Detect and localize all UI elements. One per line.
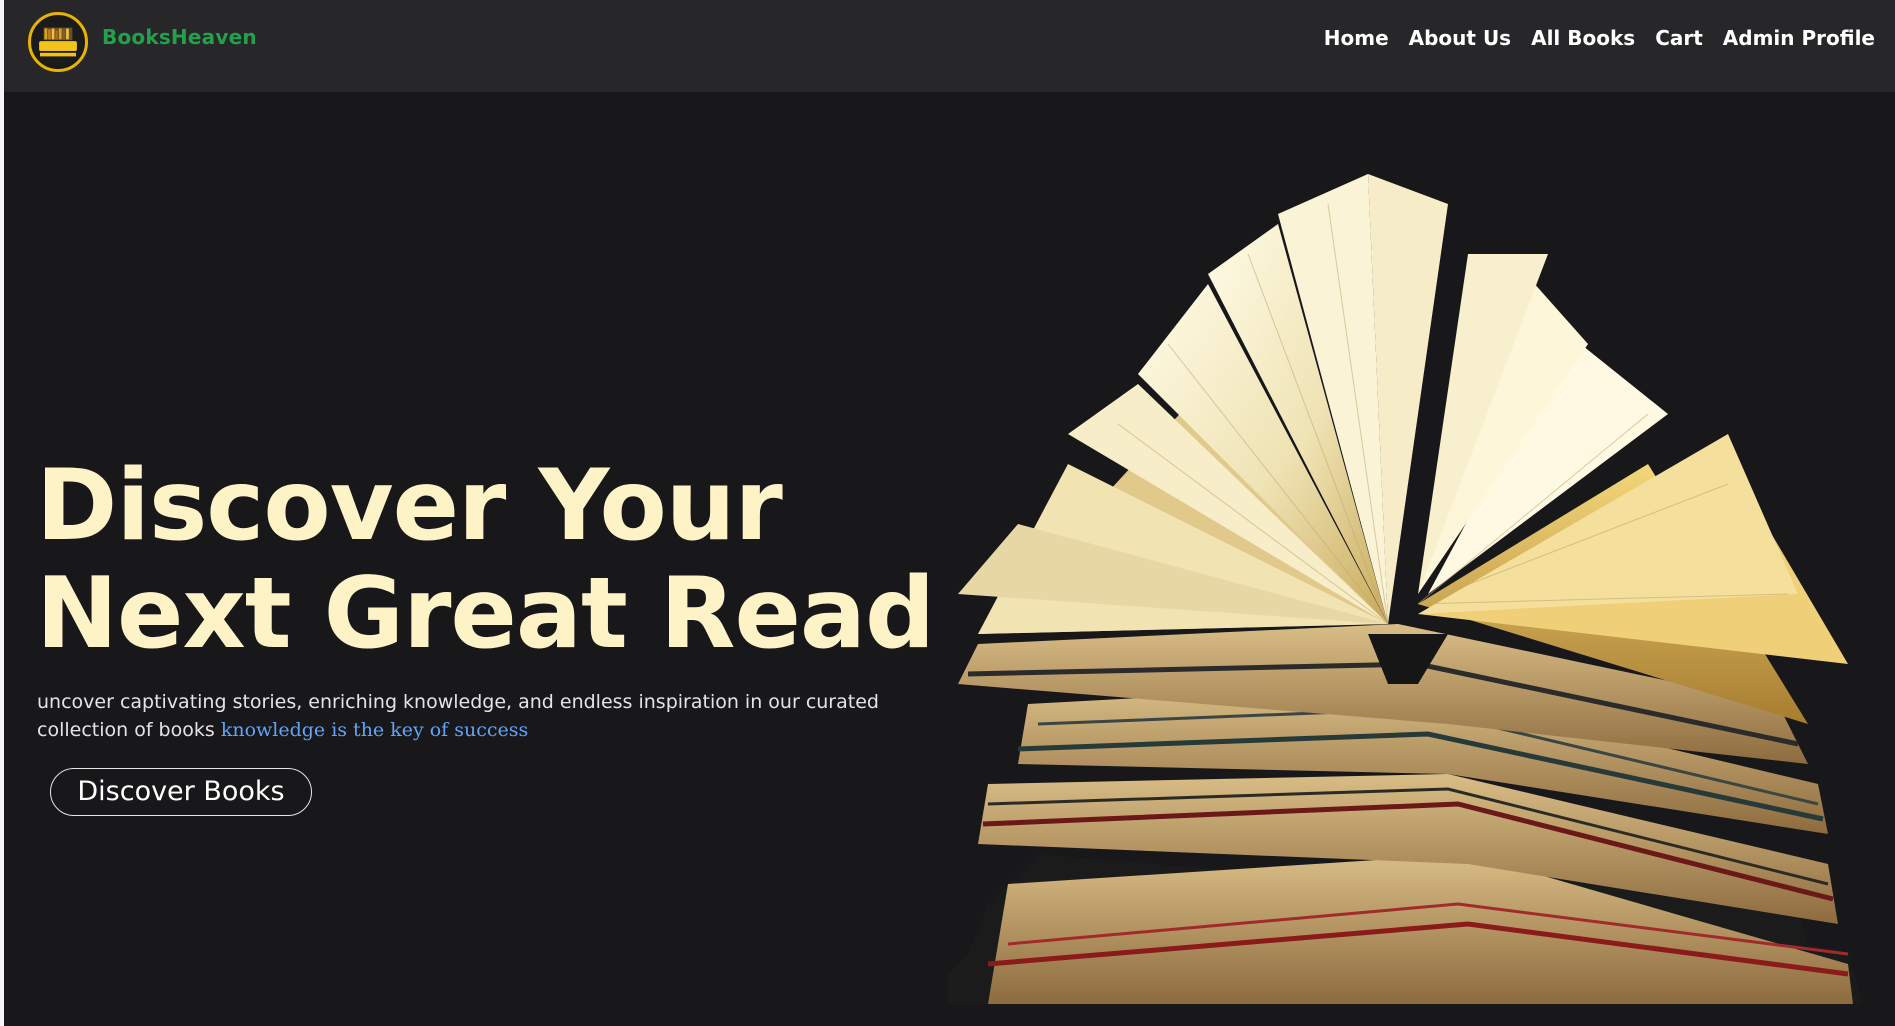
hero-title-line2: Next Great Read	[36, 557, 935, 671]
hero-title-line1: Discover Your	[36, 449, 783, 563]
open-book-stack-icon	[948, 174, 1863, 1004]
discover-books-button[interactable]: Discover Books	[50, 768, 312, 816]
nav-all-books[interactable]: All Books	[1531, 26, 1635, 50]
navbar: BooksHeaven Home About Us All Books Cart…	[4, 0, 1895, 92]
main-nav: Home About Us All Books Cart Admin Profi…	[1324, 26, 1875, 50]
nav-about-us[interactable]: About Us	[1409, 26, 1511, 50]
bookstore-logo-icon	[33, 17, 83, 67]
hero-quote: knowledge is the key of success	[220, 719, 529, 741]
nav-cart[interactable]: Cart	[1655, 26, 1703, 50]
hero-title: Discover Your Next Great Read	[36, 452, 936, 668]
brand-name[interactable]: BooksHeaven	[102, 25, 257, 49]
nav-home[interactable]: Home	[1324, 26, 1389, 50]
nav-admin-profile[interactable]: Admin Profile	[1723, 26, 1875, 50]
hero-subtitle: uncover captivating stories, enriching k…	[37, 688, 937, 744]
hero-bottom-strip	[948, 1004, 1863, 1026]
open-book-stack-image	[948, 164, 1863, 1004]
bookstore-logo[interactable]	[28, 12, 88, 72]
left-edge-divider	[0, 0, 4, 1026]
